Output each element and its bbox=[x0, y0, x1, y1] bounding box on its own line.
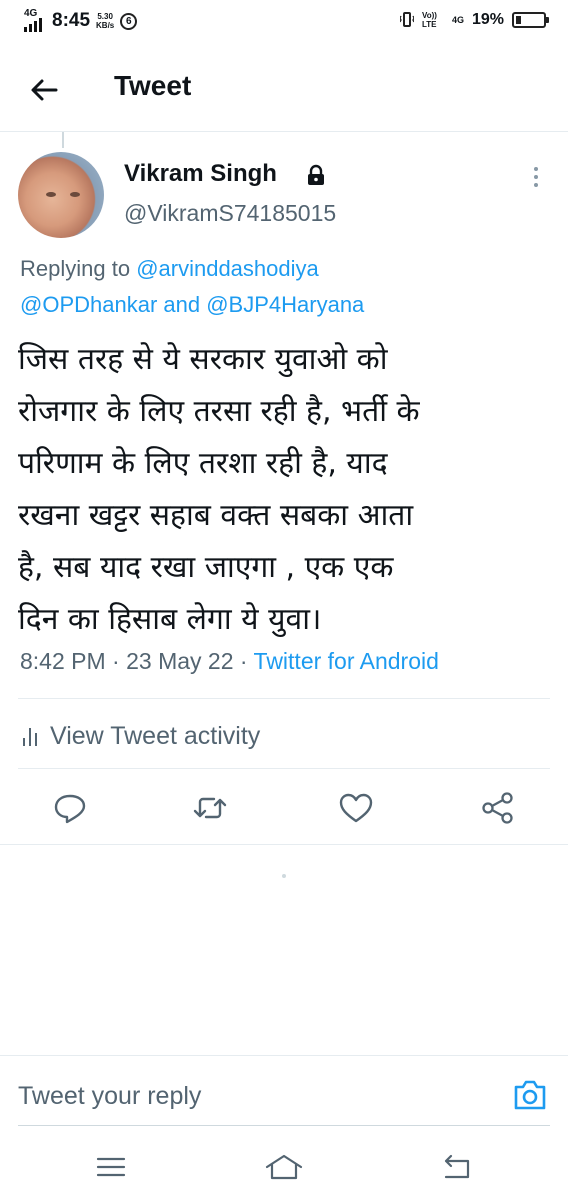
menu-button[interactable] bbox=[92, 1151, 132, 1183]
cell-signal-icon: 4G bbox=[24, 8, 46, 32]
more-vertical-icon bbox=[526, 167, 546, 187]
camera-icon bbox=[514, 1080, 546, 1110]
vibrate-icon bbox=[399, 10, 414, 30]
share-button[interactable] bbox=[478, 788, 518, 828]
author-handle[interactable]: @VikramS74185015 bbox=[124, 200, 336, 227]
status-bar: 4G 8:45 5.30 KB/s 6 Vo)) LTE 4G 19% bbox=[0, 0, 568, 46]
tweet-date: 23 May 22 bbox=[126, 648, 234, 674]
replying-to-line-1: Replying to @arvinddashodiya bbox=[20, 256, 319, 281]
mention-link[interactable]: @arvinddashodiya bbox=[136, 256, 319, 281]
camera-button[interactable] bbox=[512, 1078, 548, 1112]
view-tweet-activity-button[interactable]: View Tweet activity bbox=[22, 716, 260, 756]
reply-input[interactable] bbox=[18, 1078, 478, 1114]
home-button[interactable] bbox=[264, 1151, 304, 1183]
lock-icon bbox=[304, 163, 328, 187]
replying-to-line-2: @OPDhankar and @BJP4Haryana bbox=[20, 292, 365, 317]
mention-link[interactable]: @BJP4Haryana bbox=[206, 292, 364, 317]
loading-indicator bbox=[282, 874, 286, 878]
reply-composer bbox=[0, 1055, 568, 1135]
retweet-icon bbox=[193, 797, 227, 819]
reply-icon bbox=[54, 794, 86, 824]
reply-button[interactable] bbox=[50, 788, 90, 828]
tweet-text: जिस तरह से ये सरकार युवाओ को रोजगार के ल… bbox=[18, 342, 420, 637]
thread-connector-line bbox=[62, 132, 64, 148]
divider bbox=[18, 698, 550, 699]
menu-icon bbox=[96, 1157, 126, 1177]
arrow-left-icon bbox=[31, 79, 58, 101]
tweet-time: 8:42 PM bbox=[20, 648, 106, 674]
retweet-button[interactable] bbox=[190, 788, 230, 828]
system-navigation-bar bbox=[0, 1135, 568, 1200]
battery-fill bbox=[516, 16, 521, 24]
volte-indicator: Vo)) LTE bbox=[421, 11, 437, 29]
page-title: Tweet bbox=[114, 70, 192, 101]
network-speed: 5.30 KB/s bbox=[96, 12, 115, 30]
heart-icon bbox=[339, 793, 373, 823]
divider bbox=[18, 768, 550, 769]
home-icon bbox=[265, 1154, 303, 1180]
bar-chart-icon bbox=[22, 726, 40, 746]
status-bar-left: 4G 8:45 5.30 KB/s 6 bbox=[24, 8, 138, 32]
battery-icon bbox=[512, 12, 549, 28]
network-type: 4G bbox=[451, 14, 464, 25]
divider bbox=[0, 844, 568, 845]
like-button[interactable] bbox=[336, 788, 376, 828]
share-icon bbox=[482, 792, 513, 824]
battery-percent: 19% bbox=[471, 11, 504, 28]
app-header: Tweet bbox=[0, 46, 568, 132]
back-button[interactable] bbox=[26, 72, 62, 108]
mention-link[interactable]: @OPDhankar bbox=[20, 292, 157, 317]
status-bar-right: Vo)) LTE 4G 19% bbox=[399, 10, 549, 30]
avatar[interactable] bbox=[18, 152, 104, 238]
author-name[interactable]: Vikram Singh bbox=[124, 160, 277, 188]
more-options-button[interactable] bbox=[526, 164, 546, 192]
back-nav-button[interactable] bbox=[438, 1151, 478, 1183]
tweet-metadata: 8:42 PM · 23 May 22 · Twitter for Androi… bbox=[20, 648, 439, 674]
back-nav-icon bbox=[444, 1154, 470, 1179]
reply-input-underline bbox=[18, 1125, 550, 1126]
clock: 8:45 bbox=[52, 10, 91, 31]
tweet-source-link[interactable]: Twitter for Android bbox=[254, 648, 439, 674]
notification-count-badge: 6 bbox=[120, 12, 138, 30]
